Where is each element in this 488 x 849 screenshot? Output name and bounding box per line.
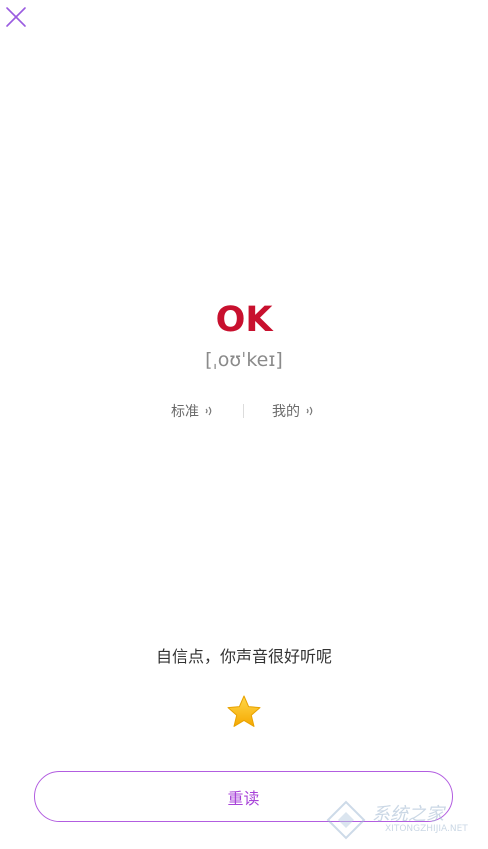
my-audio-label: 我的 (272, 404, 300, 420)
close-button[interactable] (4, 5, 28, 29)
watermark-url: XITONGZHIJIA.NET (385, 824, 468, 834)
reread-label: 重读 (227, 788, 260, 808)
word-phonetic: [ˌoʊˈkeɪ] (205, 349, 283, 371)
audio-divider (243, 404, 244, 418)
watermark-text: 系统之家 (372, 804, 444, 825)
speaker-wave-icon (306, 406, 313, 416)
audio-row: 标准 我的 (0, 400, 488, 422)
my-audio-button[interactable]: 我的 (272, 400, 316, 422)
word-title: OK (215, 300, 273, 340)
star-rating (226, 694, 262, 730)
standard-audio-label: 标准 (171, 404, 199, 420)
standard-audio-button[interactable]: 标准 (171, 400, 215, 422)
feedback-message: 自信点，你声音很好听呢 (155, 647, 332, 666)
speaker-wave-icon (205, 406, 212, 416)
star-icon (227, 695, 261, 727)
close-icon (6, 7, 26, 27)
